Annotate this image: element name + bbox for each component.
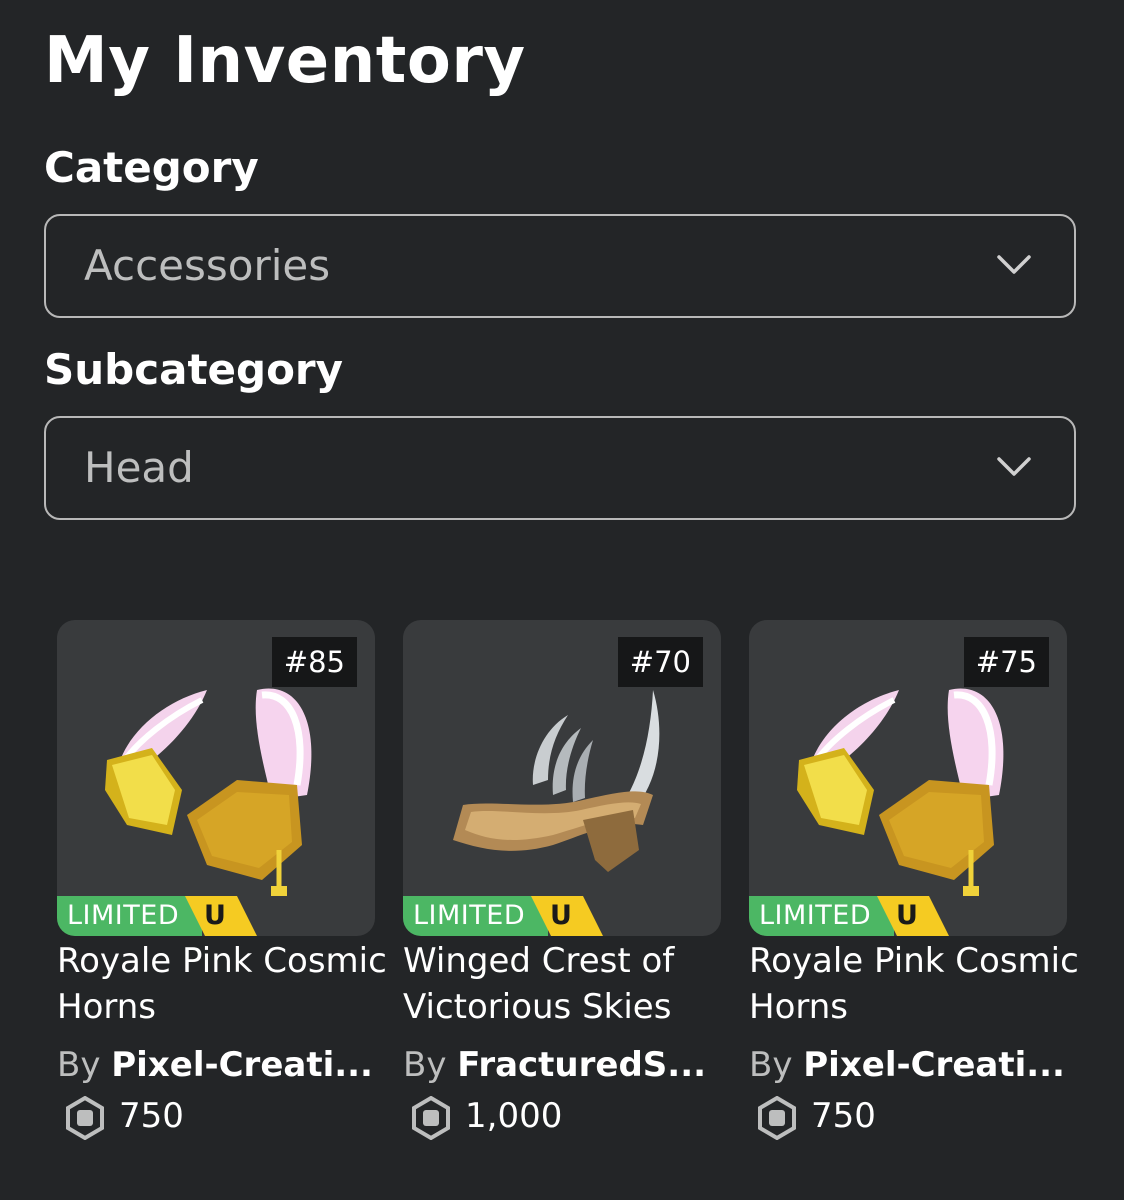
creator-prefix: By <box>57 1045 101 1085</box>
item-card[interactable]: #75 LIMITED U Royale Pink Cosmic Horns B… <box>749 620 1079 1140</box>
robux-icon <box>412 1096 450 1140</box>
price-value: 1,000 <box>465 1096 563 1136</box>
item-card[interactable]: #85 LIMITED U Royale Pink Cosmic Horns B… <box>57 620 387 1140</box>
chevron-down-icon <box>997 255 1031 274</box>
item-name[interactable]: Winged Crest of Victorious Skies <box>403 938 733 1030</box>
creator-prefix: By <box>749 1045 793 1085</box>
creator-link[interactable]: Pixel-Creati... <box>803 1045 1065 1085</box>
item-price: 750 <box>749 1092 1067 1140</box>
subcategory-label: Subcategory <box>44 345 344 394</box>
category-value: Accessories <box>84 241 331 290</box>
chevron-down-icon <box>997 457 1031 476</box>
limited-label: LIMITED <box>403 896 548 936</box>
item-thumbnail[interactable]: #85 LIMITED U <box>57 620 375 936</box>
item-creator: By Pixel-Creati... <box>57 1042 387 1088</box>
subcategory-value: Head <box>84 443 194 492</box>
unique-tag: U <box>550 900 572 931</box>
robux-icon <box>758 1096 796 1140</box>
limited-label: LIMITED <box>57 896 202 936</box>
item-name[interactable]: Royale Pink Cosmic Horns <box>57 938 387 1030</box>
item-creator: By FracturedS... <box>403 1042 733 1088</box>
item-thumbnail[interactable]: #75 LIMITED U <box>749 620 1067 936</box>
robux-icon <box>66 1096 104 1140</box>
creator-link[interactable]: FracturedS... <box>457 1045 706 1085</box>
serial-number: #85 <box>271 637 357 687</box>
unique-tag: U <box>204 900 226 931</box>
unique-tag: U <box>896 900 918 931</box>
subcategory-dropdown[interactable]: Head <box>44 416 1076 520</box>
item-card[interactable]: #70 LIMITED U Winged Crest of Victorious… <box>403 620 721 1140</box>
category-dropdown[interactable]: Accessories <box>44 214 1076 318</box>
item-thumbnail[interactable]: #70 LIMITED U <box>403 620 721 936</box>
limited-label: LIMITED <box>749 896 894 936</box>
item-creator: By Pixel-Creati... <box>749 1042 1079 1088</box>
item-name[interactable]: Royale Pink Cosmic Horns <box>749 938 1079 1030</box>
creator-prefix: By <box>403 1045 447 1085</box>
page-title: My Inventory <box>44 24 526 98</box>
price-value: 750 <box>119 1096 184 1136</box>
creator-link[interactable]: Pixel-Creati... <box>111 1045 373 1085</box>
item-price: 1,000 <box>403 1092 721 1140</box>
item-price: 750 <box>57 1092 375 1140</box>
price-value: 750 <box>811 1096 876 1136</box>
serial-number: #75 <box>963 637 1049 687</box>
serial-number: #70 <box>617 637 703 687</box>
category-label: Category <box>44 143 259 192</box>
